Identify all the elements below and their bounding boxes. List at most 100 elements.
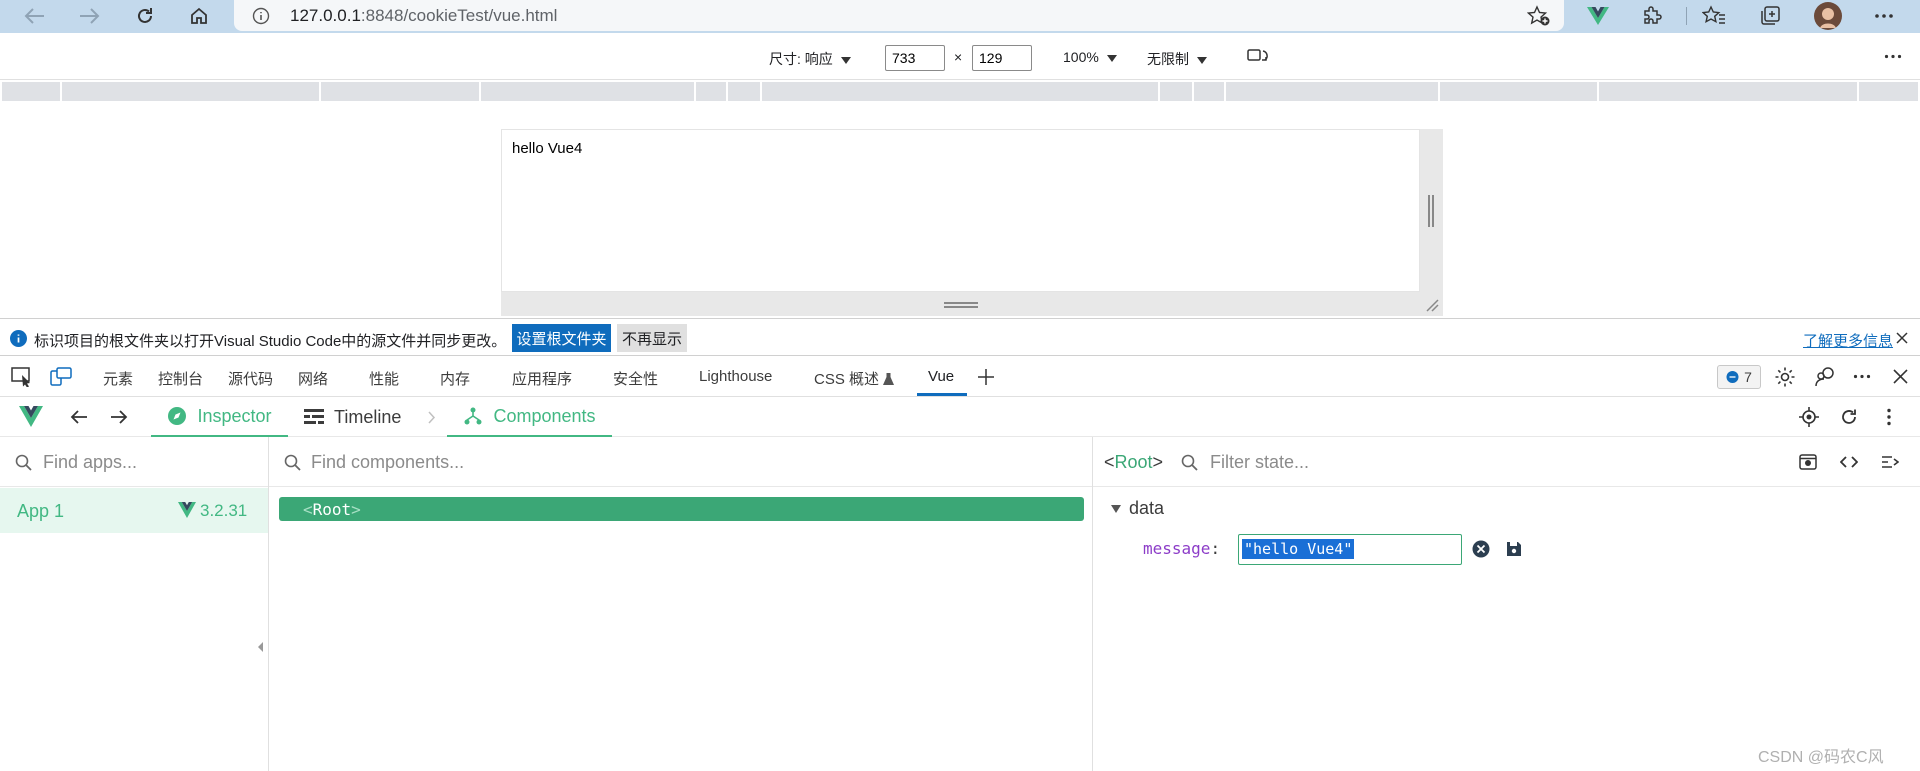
tab-lighthouse[interactable]: Lighthouse: [699, 368, 772, 385]
extensions-button[interactable]: [1636, 2, 1668, 30]
refresh-icon[interactable]: [1840, 408, 1858, 426]
state-value-text[interactable]: "hello Vue4": [1242, 539, 1355, 559]
set-root-folder-button[interactable]: 设置根文件夹: [512, 324, 611, 352]
learn-more-link[interactable]: 了解更多信息: [1803, 330, 1893, 351]
url-text[interactable]: 127.0.0.1:8848/cookieTest/vue.html: [290, 6, 557, 26]
resize-corner-icon[interactable]: [1425, 298, 1439, 312]
inspect-element-icon[interactable]: [11, 367, 33, 387]
tab-console[interactable]: 控制台: [158, 368, 203, 389]
close-icon[interactable]: [1893, 369, 1908, 384]
tab-timeline[interactable]: Timeline: [304, 397, 401, 437]
tab-security[interactable]: 安全性: [613, 368, 658, 389]
device-emulation-icon[interactable]: [50, 367, 72, 387]
height-input[interactable]: [972, 45, 1032, 71]
collections-button[interactable]: [1754, 2, 1786, 30]
code-icon[interactable]: [1840, 455, 1858, 469]
gear-icon[interactable]: [1774, 366, 1796, 388]
component-tree-row-root[interactable]: <Root>: [279, 497, 1084, 521]
tab-css-overview[interactable]: CSS 概述: [814, 368, 895, 389]
arrow-left-icon: [24, 8, 44, 24]
state-value-editor[interactable]: "hello Vue4": [1238, 534, 1462, 565]
arrow-left-icon[interactable]: [70, 409, 88, 425]
tab-vue[interactable]: Vue: [928, 368, 954, 385]
rotate-button[interactable]: [1246, 46, 1270, 66]
ruler-segment[interactable]: [321, 82, 479, 101]
tab-elements[interactable]: 元素: [103, 368, 133, 389]
plus-icon[interactable]: [977, 368, 995, 386]
close-icon[interactable]: [1896, 332, 1908, 344]
back-button[interactable]: [20, 2, 50, 30]
issues-badge[interactable]: 7: [1717, 365, 1761, 389]
components-search-input[interactable]: Find components...: [311, 452, 464, 473]
ruler-segment[interactable]: [762, 82, 1158, 101]
ruler-segment[interactable]: [481, 82, 694, 101]
dont-show-again-button[interactable]: 不再显示: [617, 324, 687, 352]
vue-logo-icon: [1587, 7, 1609, 25]
search-icon: [284, 454, 301, 471]
save-icon[interactable]: [1506, 541, 1522, 557]
ruler-segment[interactable]: [1440, 82, 1597, 101]
tab-inspector[interactable]: Inspector: [151, 397, 288, 437]
address-bar[interactable]: 127.0.0.1:8848/cookieTest/vue.html: [234, 0, 1564, 31]
issues-count: 7: [1744, 369, 1752, 385]
ruler-segment[interactable]: [1859, 82, 1918, 101]
collapse-pane-icon[interactable]: [258, 642, 264, 652]
scroll-to-component-icon[interactable]: [1799, 454, 1817, 470]
dimensions-dropdown[interactable]: 尺寸: 响应: [769, 49, 851, 69]
arrow-right-icon[interactable]: [110, 409, 128, 425]
width-input[interactable]: [885, 45, 945, 71]
forward-button[interactable]: [74, 2, 104, 30]
rotate-icon: [1247, 49, 1268, 61]
profile-button[interactable]: [1812, 2, 1844, 30]
component-name: <Root>: [303, 500, 361, 519]
throttle-dropdown[interactable]: 无限制: [1147, 49, 1207, 69]
tab-performance[interactable]: 性能: [369, 368, 399, 389]
home-button[interactable]: [184, 2, 214, 30]
vue-devtools-header: Inspector Timeline Components: [0, 397, 1920, 437]
ruler-segment[interactable]: [1226, 82, 1438, 101]
feedback-icon[interactable]: [1814, 366, 1836, 388]
ruler-segment[interactable]: [1599, 82, 1857, 101]
ruler-segment[interactable]: [728, 82, 760, 101]
apps-search[interactable]: Find apps...: [0, 437, 268, 487]
search-icon: [1181, 454, 1198, 471]
target-icon[interactable]: [1799, 407, 1819, 427]
state-inspector-pane: <Root> Filter state... data message: "he…: [1093, 437, 1920, 771]
resize-handle-bottom[interactable]: [501, 292, 1443, 316]
data-section-header[interactable]: data: [1111, 498, 1164, 519]
tab-components[interactable]: Components: [447, 397, 612, 437]
ruler-segment[interactable]: [1160, 82, 1192, 101]
tab-memory[interactable]: 内存: [440, 368, 470, 389]
components-search[interactable]: Find components...: [269, 437, 1092, 487]
timeline-icon: [304, 409, 324, 424]
tab-sources[interactable]: 源代码: [228, 368, 273, 389]
add-favorite-icon[interactable]: [1527, 5, 1551, 27]
ruler-segment[interactable]: [696, 82, 726, 101]
collections-icon: [1761, 6, 1780, 25]
more-horizontal-icon[interactable]: [1853, 374, 1871, 379]
zoom-dropdown[interactable]: 100%: [1063, 49, 1117, 65]
tab-application[interactable]: 应用程序: [512, 368, 572, 389]
info-icon[interactable]: [252, 7, 270, 25]
refresh-button[interactable]: [130, 2, 160, 30]
arrow-right-icon: [80, 8, 100, 24]
resize-handle-right[interactable]: [1420, 129, 1443, 316]
ruler-segment[interactable]: [1194, 82, 1224, 101]
info-icon: [10, 330, 27, 347]
apps-search-input[interactable]: Find apps...: [43, 452, 137, 473]
expand-all-icon[interactable]: [1881, 455, 1899, 469]
favorites-button[interactable]: [1698, 2, 1730, 30]
avatar: [1814, 2, 1842, 30]
ruler-segment[interactable]: [2, 82, 60, 101]
media-query-ruler: [0, 82, 1920, 102]
device-more-button[interactable]: [1884, 54, 1902, 59]
app-list-item[interactable]: App 1 3.2.31: [0, 488, 268, 533]
ruler-segment[interactable]: [62, 82, 319, 101]
more-vertical-icon[interactable]: [1886, 408, 1892, 426]
vue-logo-icon: [178, 502, 196, 518]
tab-network[interactable]: 网络: [298, 368, 328, 389]
settings-and-more-button[interactable]: [1868, 2, 1900, 30]
vue-extension-button[interactable]: [1582, 2, 1614, 30]
cancel-edit-icon[interactable]: [1472, 540, 1490, 558]
state-filter-input[interactable]: Filter state...: [1210, 452, 1309, 473]
